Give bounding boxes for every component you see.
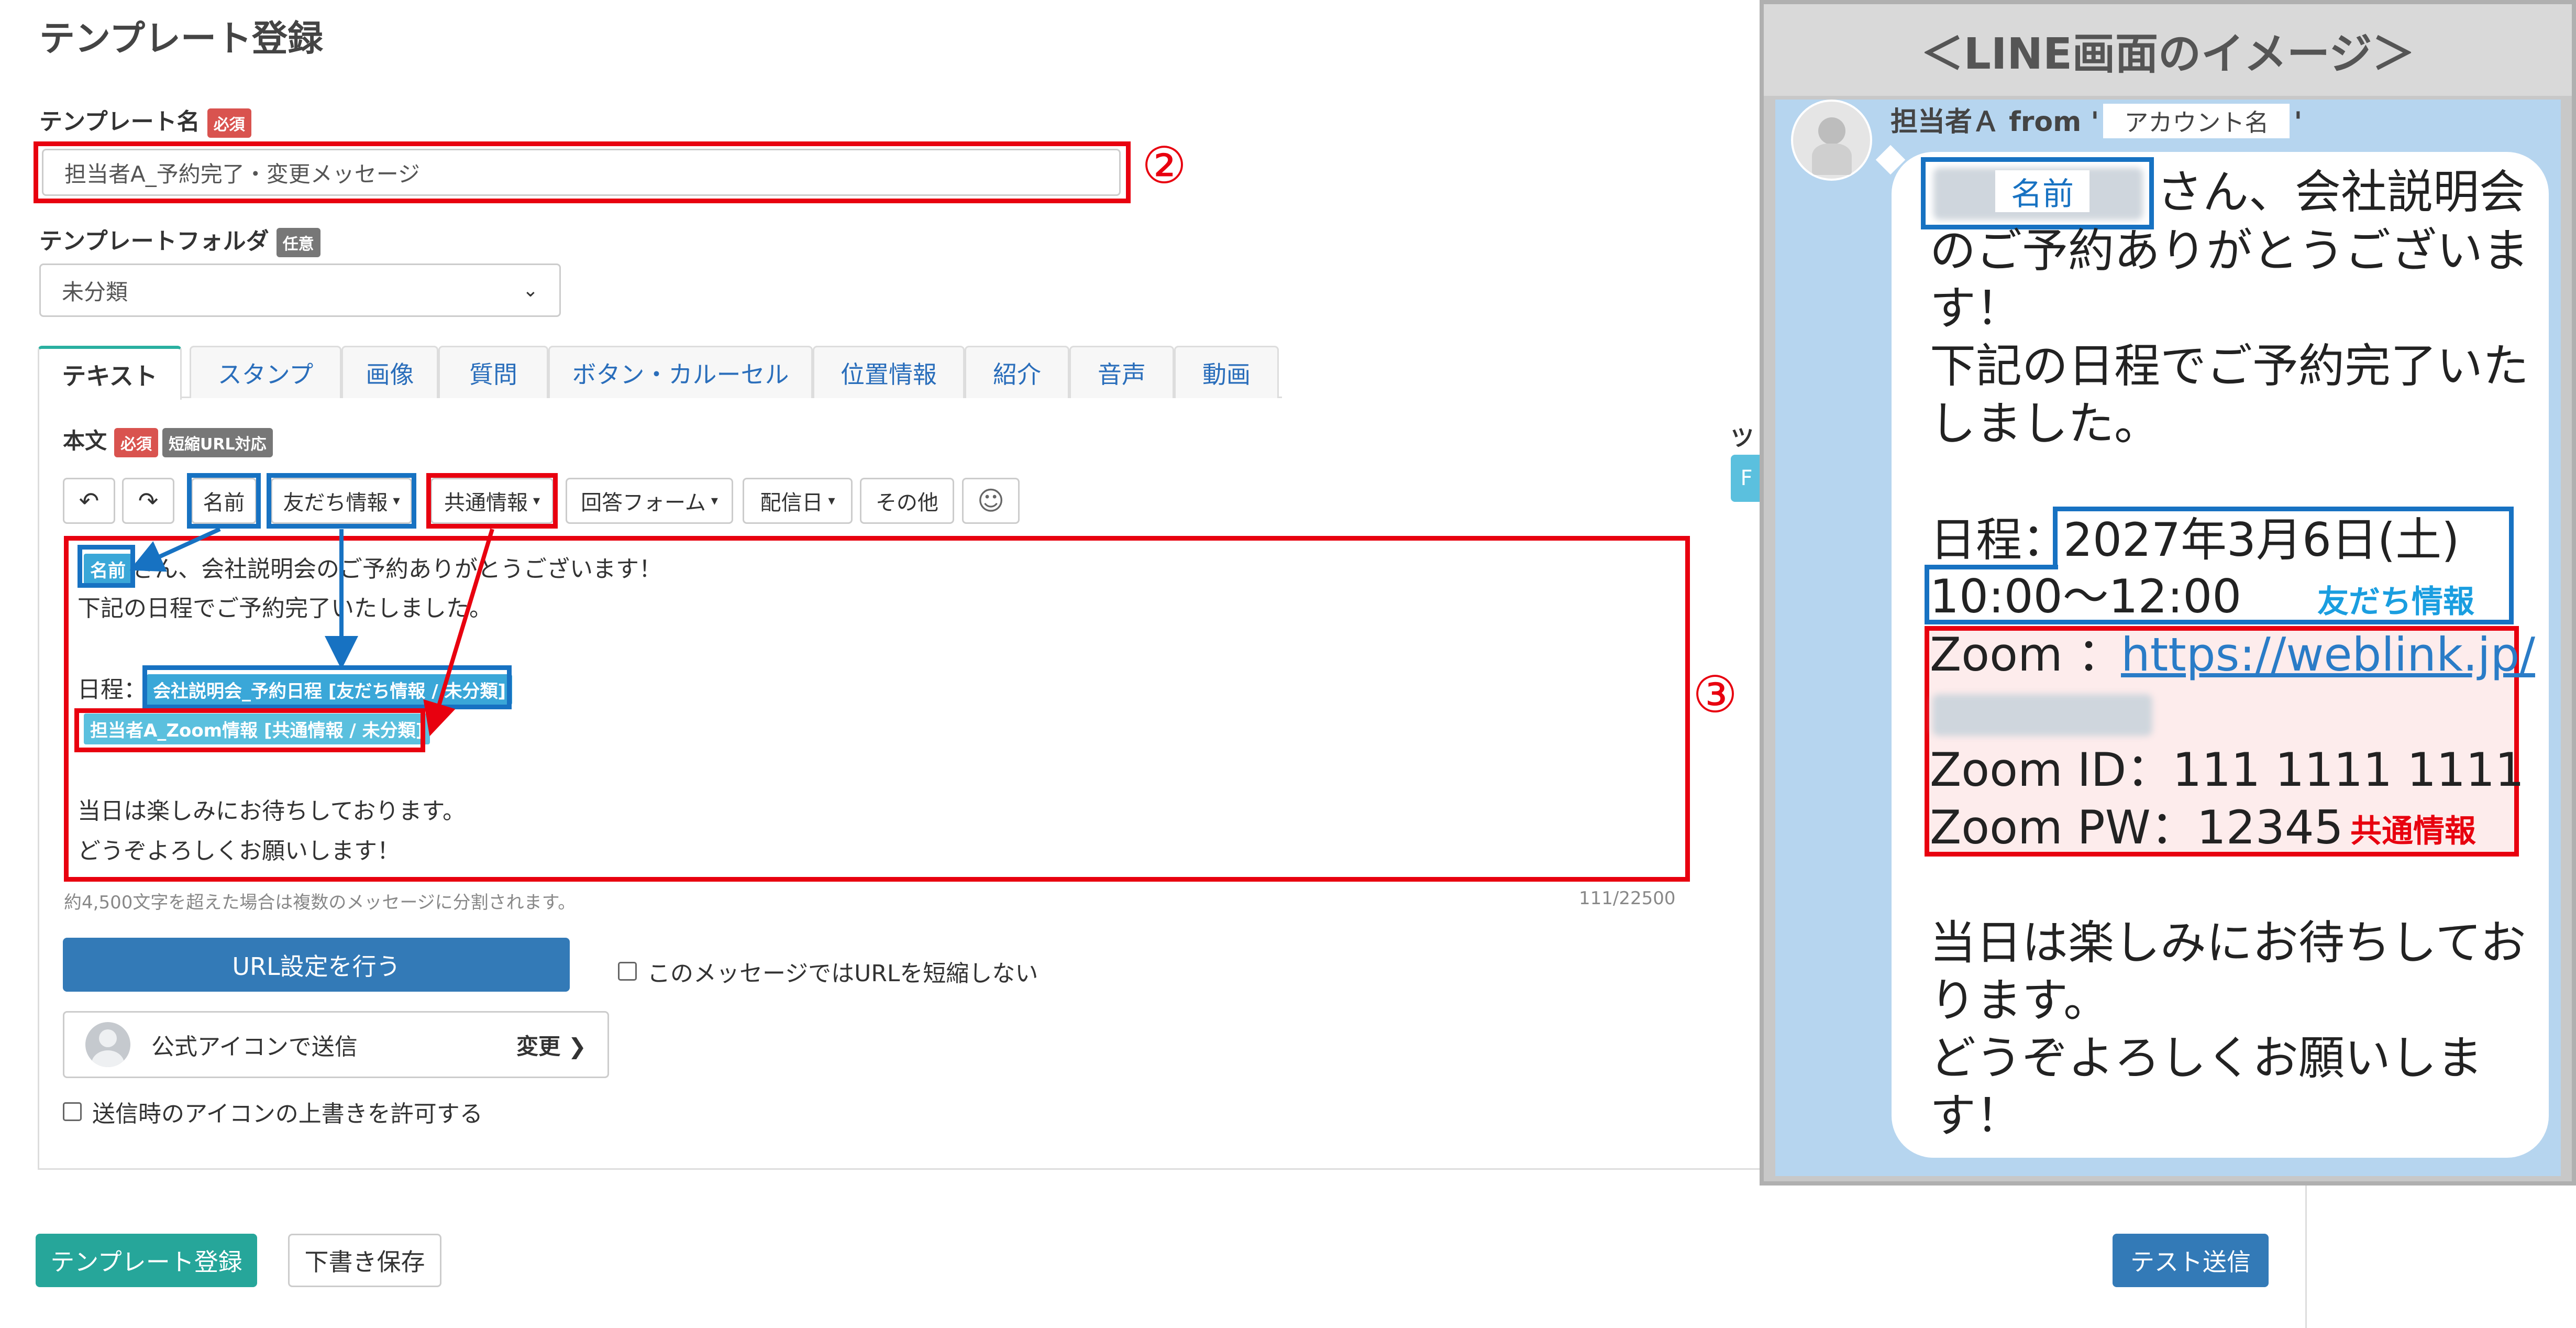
preview-line-6: 当日は楽しみにお待ちしてお <box>1930 916 2526 970</box>
template-register-button[interactable]: テンプレート登録 <box>36 1234 257 1287</box>
change-icon-label: 変更 <box>516 1033 561 1059</box>
arrow-name <box>129 527 221 572</box>
icon-send-card: 公式アイコンで送信 変更 ❯ <box>63 1011 609 1078</box>
preview-line-9: す！ <box>1930 1089 2022 1143</box>
no-shorten-url-checkbox[interactable] <box>618 962 637 981</box>
sender-name: 担当者Ａ from ' アカウント名 ' <box>1890 100 2302 139</box>
blurred-link-part <box>1932 694 2152 736</box>
change-icon-link[interactable]: 変更 ❯ <box>516 1029 587 1061</box>
sender-avatar <box>1791 100 1872 181</box>
test-send-button[interactable]: テスト送信 <box>2113 1234 2269 1287</box>
line-preview-title: ＜LINE画面のイメージ＞ <box>1764 4 2572 96</box>
preview-zoom-pw: Zoom PW：12345 <box>1930 800 2343 854</box>
no-shorten-url-checkbox-row[interactable]: このメッセージではURLを短縮しない <box>618 954 1038 988</box>
allow-icon-override-label: 送信時のアイコンの上書きを許可する <box>92 1101 483 1127</box>
preview-line-4: 下記の日程でご予約完了いた <box>1930 339 2529 393</box>
allow-icon-override-checkbox[interactable] <box>63 1102 82 1121</box>
icon-send-label: 公式アイコンで送信 <box>151 1034 358 1060</box>
preview-line-2: のご予約ありがとうございま <box>1930 224 2529 278</box>
annotation-box-preview-date-b <box>2053 507 2514 569</box>
preview-line-3: す！ <box>1930 281 2022 335</box>
allow-icon-override-row[interactable]: 送信時のアイコンの上書きを許可する <box>63 1095 483 1128</box>
sender-name-text: 担当者Ａ from ' <box>1890 106 2099 138</box>
avatar <box>85 1022 130 1067</box>
preview-line-8: どうぞよろしくお願いしま <box>1930 1031 2483 1085</box>
preview-line-7: ります。 <box>1930 973 2110 1027</box>
save-draft-button[interactable]: 下書き保存 <box>288 1234 441 1287</box>
char-count: 111/22500 <box>1579 888 1676 909</box>
preview-line-5: しました。 <box>1930 397 2161 451</box>
preview-common-info-tag: 共通情報 <box>2350 813 2476 850</box>
preview-zoom-id: Zoom ID：111 1111 1111 <box>1930 743 2525 797</box>
no-shorten-url-label: このメッセージではURLを短縮しない <box>647 960 1038 987</box>
annotation-box-preview-name <box>1921 157 2154 229</box>
preview-line-1: さん、会社説明会 <box>2157 165 2526 219</box>
sender-name-end: ' <box>2294 106 2303 138</box>
account-name: アカウント名 <box>2103 104 2290 138</box>
preview-zoom-link[interactable]: https://weblink.jp/ <box>2121 626 2535 684</box>
annotation-box-preview-date-c <box>1925 565 2058 624</box>
url-settings-button[interactable]: URL設定を行う <box>63 938 570 992</box>
chevron-right-icon: ❯ <box>568 1033 587 1059</box>
editor-split-note: 約4,500文字を超えた場合は複数のメッセージに分割されます。 <box>64 892 576 913</box>
arrow-common-info <box>423 528 494 737</box>
preview-zoom-label: Zoom ： <box>1930 628 2124 682</box>
